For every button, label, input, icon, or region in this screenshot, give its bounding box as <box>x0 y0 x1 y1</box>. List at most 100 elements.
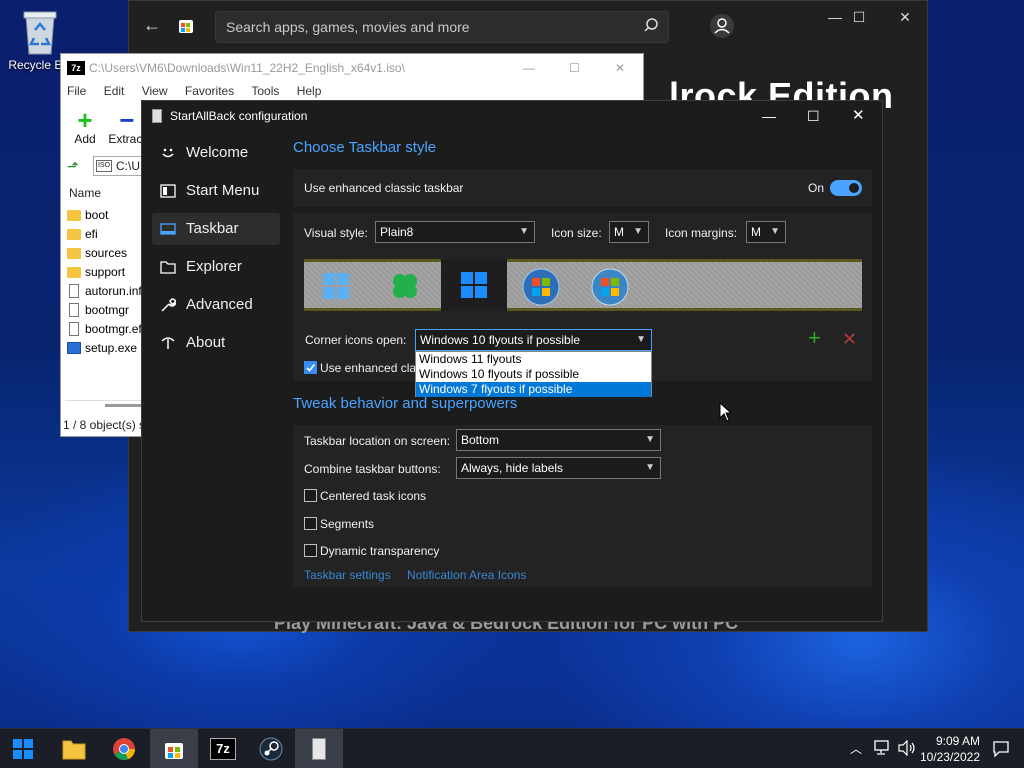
zip-address-bar[interactable]: ISO C:\U <box>93 156 143 176</box>
back-arrow-icon[interactable]: ← <box>143 15 161 36</box>
clock-date: 10/23/2022 <box>919 750 980 764</box>
list-item[interactable]: bootmgr.efi <box>65 320 141 339</box>
corner-icons-select[interactable]: Windows 10 flyouts if possible ▼ <box>415 329 652 351</box>
store-taskbar-button[interactable] <box>150 729 198 768</box>
taskbar-location-select[interactable]: Bottom ▼ <box>456 429 661 451</box>
list-item[interactable]: sources <box>65 244 141 263</box>
icon-size-select[interactable]: M ▼ <box>609 221 649 243</box>
sidebar-item-start-menu[interactable]: Start Menu <box>152 175 280 207</box>
zip-titlebar: 7z C:\Users\VM6\Downloads\Win11_22H2_Eng… <box>61 54 643 82</box>
volume-icon[interactable] <box>898 739 916 759</box>
corner-icons-label: Corner icons open: <box>305 333 407 347</box>
store-bag-icon <box>177 16 195 37</box>
notification-area-icons-link[interactable]: Notification Area Icons <box>407 568 526 582</box>
taskbar-icon <box>160 221 176 237</box>
up-folder-icon[interactable]: ⬏ <box>67 158 79 175</box>
start-button-style-strip <box>304 259 862 311</box>
zip-close-button[interactable]: ✕ <box>615 54 625 82</box>
list-item[interactable]: efi <box>65 225 141 244</box>
zip-maximize-button[interactable]: ☐ <box>569 54 580 82</box>
file-list: boot efi sources support autorun.inf boo… <box>65 206 141 358</box>
sab-maximize-button[interactable]: ☐ <box>807 101 820 131</box>
start-style-vista-orb-icon[interactable] <box>591 268 629 309</box>
menu-edit[interactable]: Edit <box>104 84 125 98</box>
use-enhanced-checkbox[interactable] <box>304 361 317 374</box>
menu-favorites[interactable]: Favorites <box>185 84 234 98</box>
combine-buttons-select[interactable]: Always, hide labels ▼ <box>456 457 661 479</box>
plus-icon: + <box>77 105 93 135</box>
list-item[interactable]: boot <box>65 206 141 225</box>
menu-view[interactable]: View <box>142 84 168 98</box>
section-title-taskbar-style: Choose Taskbar style <box>293 139 437 156</box>
wrench-icon <box>160 297 176 313</box>
sidebar-item-taskbar[interactable]: Taskbar <box>152 213 280 245</box>
sidebar-item-explorer[interactable]: Explorer <box>152 251 280 283</box>
list-item[interactable]: bootmgr <box>65 301 141 320</box>
account-icon[interactable] <box>709 13 735 42</box>
menu-tools[interactable]: Tools <box>251 84 279 98</box>
store-close-button[interactable]: ✕ <box>882 1 928 33</box>
sidebar-item-about[interactable]: About <box>152 327 280 359</box>
sidebar-item-welcome[interactable]: Welcome <box>152 137 280 169</box>
menu-file[interactable]: File <box>67 84 86 98</box>
start-style-win10-icon[interactable] <box>441 259 507 311</box>
dynamic-transparency-checkbox[interactable] <box>304 544 317 557</box>
menu-help[interactable]: Help <box>297 84 322 98</box>
startallback-window: StartAllBack configuration — ☐ ✕ Welcome… <box>141 100 883 622</box>
sidebar-item-advanced[interactable]: Advanced <box>152 289 280 321</box>
list-item[interactable]: autorun.inf <box>65 282 141 301</box>
enhanced-taskbar-row: Use enhanced classic taskbar On <box>293 169 872 207</box>
corner-icons-dropdown-list: Windows 11 flyouts Windows 10 flyouts if… <box>415 351 652 397</box>
remove-icon[interactable]: ✕ <box>842 329 857 349</box>
file-explorer-button[interactable] <box>50 729 98 768</box>
add-button[interactable]: + Add <box>67 105 103 146</box>
add-icon[interactable]: + <box>808 327 821 349</box>
enhanced-taskbar-toggle[interactable] <box>830 180 862 196</box>
enhanced-taskbar-label: Use enhanced classic taskbar <box>304 181 464 195</box>
sab-close-button[interactable]: ✕ <box>852 101 865 131</box>
search-icon[interactable] <box>643 17 659 36</box>
dropdown-option[interactable]: Windows 10 flyouts if possible <box>416 367 651 382</box>
icon-margins-select[interactable]: M ▼ <box>746 221 786 243</box>
network-icon[interactable] <box>874 740 892 759</box>
segments-checkbox[interactable] <box>304 517 317 530</box>
visual-style-select[interactable]: Plain8 ▼ <box>375 221 535 243</box>
7zip-taskbar-button[interactable]: 7z <box>199 729 247 768</box>
chrome-button[interactable] <box>100 729 148 768</box>
list-item[interactable]: setup.exe <box>65 339 141 358</box>
add-label: Add <box>74 132 96 146</box>
list-item[interactable]: support <box>65 263 141 282</box>
icon-margins-label: Icon margins: <box>665 226 738 240</box>
chevron-down-icon: ▼ <box>519 226 529 237</box>
dynamic-transparency-label: Dynamic transparency <box>320 544 440 558</box>
clock[interactable]: 9:09 AM 10/23/2022 <box>920 733 980 765</box>
7zip-logo-icon: 7z <box>210 738 236 760</box>
store-search-input[interactable]: Search apps, games, movies and more <box>215 11 669 43</box>
start-style-win7-orb-icon[interactable] <box>522 268 560 309</box>
column-header-name[interactable]: Name <box>69 186 101 200</box>
steam-icon <box>259 737 283 761</box>
start-button[interactable] <box>0 729 48 768</box>
dropdown-option[interactable]: Windows 11 flyouts <box>416 352 651 367</box>
start-style-clover-icon[interactable] <box>391 272 419 303</box>
combine-buttons-label: Combine taskbar buttons: <box>304 462 441 476</box>
steam-taskbar-button[interactable] <box>247 729 295 768</box>
7zip-logo-icon: 7z <box>67 61 85 75</box>
folder-icon <box>67 248 81 259</box>
section-title-tweak: Tweak behavior and superpowers <box>293 395 518 412</box>
mouse-cursor-icon <box>719 401 733 425</box>
notification-icon[interactable] <box>992 740 1010 761</box>
folder-icon <box>67 210 81 221</box>
address-text: C:\U <box>116 159 140 173</box>
store-maximize-button[interactable]: ☐ <box>836 1 882 33</box>
chevron-up-icon[interactable]: ︿ <box>850 740 862 757</box>
centered-icons-checkbox[interactable] <box>304 489 317 502</box>
startallback-taskbar-button[interactable] <box>295 729 343 768</box>
sab-minimize-button[interactable]: — <box>762 101 776 131</box>
taskbar-settings-link[interactable]: Taskbar settings <box>304 568 391 582</box>
zip-minimize-button[interactable]: — <box>523 54 535 82</box>
horizontal-scrollbar[interactable] <box>65 400 143 410</box>
taskbar-location-label: Taskbar location on screen: <box>304 434 451 448</box>
chevron-down-icon: ▼ <box>770 226 780 237</box>
start-style-win11-icon[interactable] <box>322 272 350 303</box>
